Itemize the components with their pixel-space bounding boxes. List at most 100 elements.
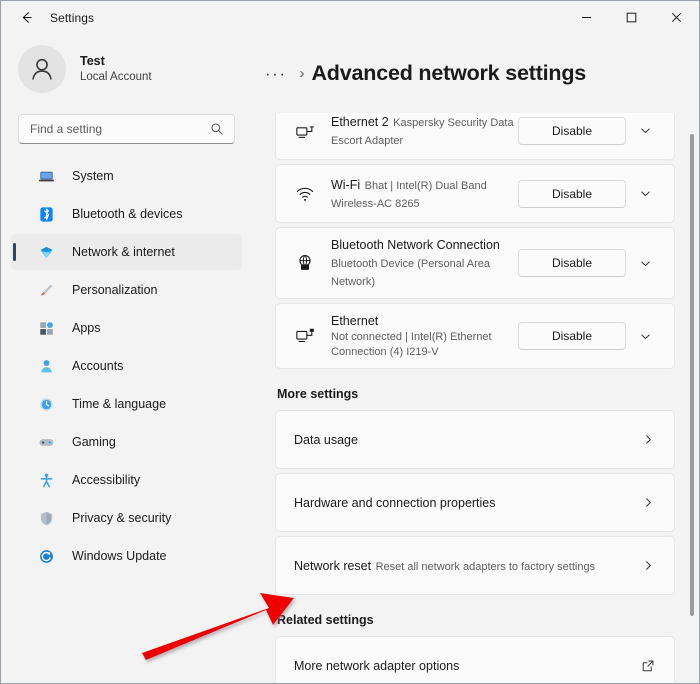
sidebar-item-privacy-security[interactable]: Privacy & security [11, 500, 242, 536]
disable-button[interactable]: Disable [518, 322, 626, 350]
shield-icon [37, 509, 55, 527]
disable-button[interactable]: Disable [518, 116, 626, 145]
sidebar-item-gaming[interactable]: Gaming [11, 424, 242, 460]
disable-button[interactable]: Disable [518, 249, 626, 277]
chevron-right-icon [638, 433, 658, 446]
app-title: Settings [50, 10, 95, 25]
link-text: Network reset Reset all network adapters… [294, 557, 638, 575]
close-button[interactable] [654, 1, 699, 34]
sidebar-item-system[interactable]: System [11, 158, 242, 194]
adapter-text: Ethernet Not connected | Intel(R) Ethern… [331, 312, 518, 360]
sidebar-item-personalization[interactable]: Personalization [11, 272, 242, 308]
sidebar-nav: System Bluetooth & devices Network & int… [2, 158, 251, 574]
apps-grid-icon [37, 319, 55, 337]
external-link-icon [638, 659, 658, 673]
adapter-text: Ethernet 2 Kaspersky Security Data Escor… [331, 113, 518, 149]
sidebar-item-accessibility[interactable]: Accessibility [11, 462, 242, 498]
bluetooth-network-icon [294, 253, 316, 273]
scrollbar[interactable] [690, 34, 694, 683]
sidebar-item-label: Accounts [72, 359, 124, 373]
chevron-right-icon [638, 496, 658, 509]
search-box[interactable] [18, 114, 235, 144]
sidebar-item-label: Bluetooth & devices [72, 207, 183, 221]
sidebar-item-label: Privacy & security [72, 511, 172, 525]
account-block[interactable]: Test Local Account [18, 45, 251, 93]
search-input[interactable] [19, 122, 210, 136]
link-row: Hardware and connection properties [276, 474, 674, 531]
adapter-row: Bluetooth Network Connection Bluetooth D… [276, 228, 674, 298]
adapter-description: Bluetooth Device (Personal Area Network) [331, 258, 490, 288]
sidebar-item-network-internet[interactable]: Network & internet [11, 234, 242, 270]
more-settings-item-hardware-and-connection-properties[interactable]: Hardware and connection properties [275, 473, 675, 532]
sidebar-item-label: System [72, 169, 114, 183]
link-title: Hardware and connection properties [294, 495, 496, 510]
adapter-name: Ethernet [331, 314, 379, 328]
avatar [18, 45, 66, 93]
paintbrush-icon [37, 281, 55, 299]
sidebar-item-label: Accessibility [72, 473, 141, 487]
sidebar: Test Local Account Find a setting System… [2, 34, 251, 683]
adapter-name: Wi-Fi [331, 177, 361, 192]
adapter-name: Ethernet 2 [331, 114, 389, 129]
wifi-diamond-icon [37, 243, 55, 261]
sidebar-item-label: Network & internet [72, 245, 175, 259]
related-settings-heading: Related settings [277, 613, 374, 627]
expand-chevron-down-icon[interactable] [628, 116, 662, 146]
clock-globe-icon [37, 395, 55, 413]
breadcrumb-overflow-button[interactable]: ··· [259, 65, 292, 83]
expand-chevron-down-icon[interactable] [628, 179, 662, 209]
page-title: Advanced network settings [311, 61, 587, 85]
page-header: ··· › Advanced network settings [251, 34, 699, 113]
adapter-description: Not connected | Intel(R) Ethernet Connec… [331, 331, 492, 358]
expand-chevron-down-icon[interactable] [628, 248, 662, 278]
sidebar-item-label: Gaming [72, 435, 116, 449]
link-title: More network adapter options [294, 658, 460, 673]
adapter-text: Wi-Fi Bhat | Intel(R) Dual Band Wireless… [331, 176, 518, 212]
link-subtitle: Reset all network adapters to factory se… [375, 560, 596, 573]
adapter-card-wifi[interactable]: Wi-Fi Bhat | Intel(R) Dual Band Wireless… [275, 164, 675, 223]
link-text: Data usage [294, 431, 638, 449]
window-controls [564, 1, 699, 34]
related-settings-item-more-network-adapter-options[interactable]: More network adapter options [275, 636, 675, 683]
back-button[interactable] [12, 4, 40, 32]
scrollbar-thumb[interactable] [690, 134, 694, 616]
laptop-icon [37, 167, 55, 185]
breadcrumb-separator: › [299, 65, 305, 82]
link-row: Data usage [276, 411, 674, 468]
person-avatar-icon [32, 58, 52, 80]
adapter-card-bluetooth-network-connection[interactable]: Bluetooth Network Connection Bluetooth D… [275, 227, 675, 299]
adapter-row: Ethernet Not connected | Intel(R) Ethern… [276, 304, 674, 368]
close-icon [671, 12, 682, 23]
minimize-button[interactable] [564, 1, 609, 34]
more-settings-item-data-usage[interactable]: Data usage [275, 410, 675, 469]
sidebar-item-windows-update[interactable]: Windows Update [11, 538, 242, 574]
bluetooth-icon [37, 205, 55, 223]
update-icon [37, 547, 55, 565]
title-bar: Settings [1, 1, 699, 34]
ethernet-icon [294, 326, 316, 346]
link-title: Network reset [294, 558, 372, 573]
expand-chevron-down-icon[interactable] [628, 321, 662, 351]
sidebar-item-time-language[interactable]: Time & language [11, 386, 242, 422]
more-settings-item-network-reset[interactable]: Network reset Reset all network adapters… [275, 536, 675, 595]
sidebar-item-label: Personalization [72, 283, 158, 297]
sidebar-item-apps[interactable]: Apps [11, 310, 242, 346]
settings-window: Settings Test Local Account Find a setti… [0, 0, 700, 684]
sidebar-item-label: Windows Update [72, 549, 167, 563]
sidebar-item-accounts[interactable]: Accounts [11, 348, 242, 384]
main-content: Ethernet 2 Kaspersky Security Data Escor… [251, 34, 699, 683]
more-settings-heading: More settings [277, 387, 359, 401]
account-subtitle: Local Account [80, 71, 152, 83]
disable-button[interactable]: Disable [518, 179, 626, 208]
link-text: Hardware and connection properties [294, 494, 638, 512]
link-row: More network adapter options [276, 637, 674, 683]
maximize-button[interactable] [609, 1, 654, 34]
adapter-card-ethernet[interactable]: Ethernet Not connected | Intel(R) Ethern… [275, 303, 675, 369]
minimize-icon [582, 17, 591, 18]
gamepad-icon [37, 433, 55, 451]
wifi-icon [294, 184, 316, 204]
adapter-row: Wi-Fi Bhat | Intel(R) Dual Band Wireless… [276, 165, 674, 222]
chevron-right-icon [638, 559, 658, 572]
scrollable-content: Ethernet 2 Kaspersky Security Data Escor… [251, 34, 699, 683]
sidebar-item-bluetooth-devices[interactable]: Bluetooth & devices [11, 196, 242, 232]
